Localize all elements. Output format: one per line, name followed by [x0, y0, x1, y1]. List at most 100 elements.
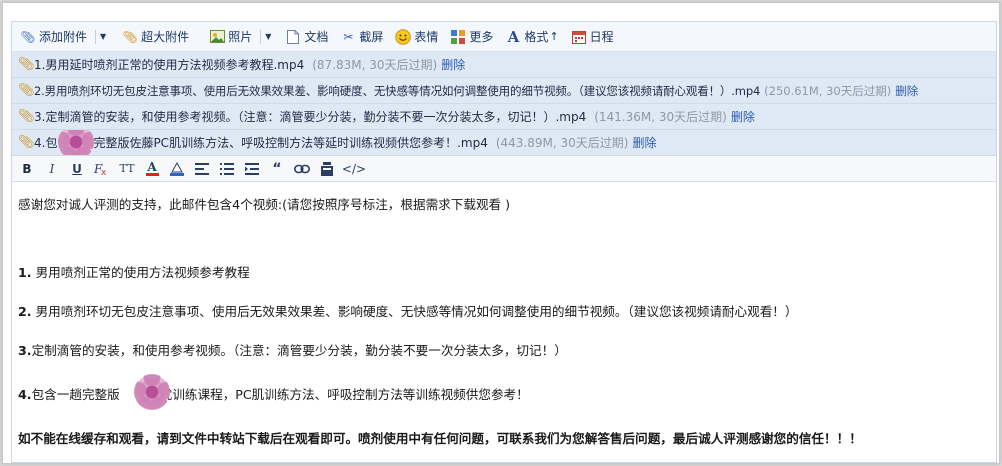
- format-toolbar: B I U Fx TT A “ </>: [12, 156, 996, 182]
- compose-toolbar: 📎︎ 添加附件 ▼ 📎︎ 超大附件 照片 ▼ 文档 ✂ 截屏 表情 更多 A 格…: [12, 22, 996, 52]
- calendar-icon: [571, 29, 587, 45]
- screenshot-button[interactable]: ✂ 截屏: [334, 26, 389, 48]
- delete-attachment-link[interactable]: 删除: [895, 83, 918, 99]
- smiley-icon: [395, 28, 412, 45]
- large-attachment-label: 超大附件: [141, 30, 190, 44]
- body-intro: 感谢您对诚人评测的支持，此邮件包含4个视频:(请您按照序号标注，根据需求下载观看…: [18, 197, 511, 212]
- message-body[interactable]: 感谢您对诚人评测的支持，此邮件包含4个视频:(请您按照序号标注，根据需求下载观看…: [12, 188, 996, 462]
- toolbar-divider: [260, 29, 262, 44]
- attachment-row: 📎︎ 3.定制滴管的安装，和使用参考视频。（注意：滴管要少分装，勤分装不要一次分…: [12, 104, 996, 130]
- chevron-down-icon[interactable]: ▼: [100, 32, 106, 41]
- font-family-icon: Fx: [94, 162, 107, 176]
- emoji-label: 表情: [414, 30, 439, 44]
- attachment-row: 📎︎ 1.男用延时喷剂正常的使用方法视频参考教程.mp4 (87.83M, 30…: [12, 52, 996, 78]
- flower-sticker-icon: [132, 372, 172, 412]
- svg-text:x: x: [101, 168, 107, 176]
- background-color-button[interactable]: [166, 159, 188, 179]
- highlight-icon: [170, 161, 184, 176]
- link-icon: [294, 164, 310, 173]
- attachment-meta: (141.36M, 30天后过期): [594, 110, 727, 124]
- align-button[interactable]: [191, 159, 213, 179]
- scissors-icon: ✂: [343, 29, 354, 44]
- document-button[interactable]: 文档: [279, 26, 334, 48]
- font-color-icon: A: [147, 160, 157, 174]
- font-size-button[interactable]: TT: [116, 159, 138, 179]
- item-text: 男用喷剂环切无包皮注意事项、使用后无效果效果差、影响硬度、无快感等情况如何调整使…: [31, 304, 798, 319]
- attachment-list: 📎︎ 1.男用延时喷剂正常的使用方法视频参考教程.mp4 (87.83M, 30…: [12, 52, 996, 156]
- body-item-2: 2. 男用喷剂环切无包皮注意事项、使用后无效果效果差、影响硬度、无快感等情况如何…: [18, 301, 798, 320]
- paperclip-icon: 📎︎: [18, 83, 35, 98]
- body-item-1: 1. 男用喷剂正常的使用方法视频参考教程: [18, 262, 250, 281]
- align-left-icon: [195, 162, 209, 175]
- item-number: 4.: [18, 387, 32, 402]
- attachment-row: 📎︎ 4.包含一趟完整版佐藤PC肌训练方法、呼吸控制方法等延时训练视频供您参考！…: [12, 130, 996, 156]
- html-source-button[interactable]: </>: [341, 159, 367, 179]
- photo-button[interactable]: 照片: [203, 26, 258, 48]
- item-number: 3.: [18, 343, 32, 358]
- font-color-button[interactable]: A: [141, 159, 163, 179]
- quote-icon: “: [272, 160, 282, 177]
- paperclip-icon: 📎︎: [20, 29, 36, 44]
- body-closing: 如不能在线缓存和观看，请到文件中转站下载后在观看即可。喷剂使用中有任何问题，可联…: [18, 431, 862, 446]
- item-text: 定制滴管的安装，和使用参考视频。（注意：滴管要少分装，勤分装不要一次分装太多，切…: [31, 343, 567, 358]
- body-item-3: 3.定制滴管的安装，和使用参考视频。（注意：滴管要少分装，勤分装不要一次分装太多…: [18, 340, 567, 359]
- paperclip-icon: 📎︎: [18, 57, 35, 72]
- color-swatch: [145, 173, 159, 176]
- photo-label: 照片: [228, 30, 253, 44]
- font-family-button[interactable]: Fx: [91, 159, 113, 179]
- compose-area: 📎︎ 添加附件 ▼ 📎︎ 超大附件 照片 ▼ 文档 ✂ 截屏 表情 更多 A 格…: [11, 21, 997, 463]
- attachment-meta: (250.61M, 30天后过期): [764, 83, 892, 98]
- paperclip-icon: 📎︎: [18, 135, 35, 150]
- calendar-button[interactable]: 日程: [565, 26, 620, 48]
- attachment-meta: (87.83M, 30天后过期): [312, 58, 438, 72]
- attachment-row: 📎︎ 2.男用喷剂环切无包皮注意事项、使用后无效果效果差、影响硬度、无快感等情况…: [12, 78, 996, 104]
- attachment-name: 1.男用延时喷剂正常的使用方法视频参考教程.mp4: [34, 58, 305, 72]
- format-label: 格式: [524, 30, 549, 44]
- add-attachment-label: 添加附件: [39, 30, 88, 44]
- item-text: 男用喷剂正常的使用方法视频参考教程: [31, 265, 250, 280]
- insert-icon: [321, 161, 333, 176]
- font-a-icon: A: [507, 27, 520, 46]
- attachment-name: 2.男用喷剂环切无包皮注意事项、使用后无效果效果差、影响硬度、无快感等情况如何调…: [34, 83, 761, 98]
- flower-sticker-icon: [56, 130, 96, 155]
- add-attachment-button[interactable]: 📎︎ 添加附件: [14, 26, 93, 48]
- up-arrow-icon: ↑: [549, 30, 559, 43]
- delete-attachment-link[interactable]: 删除: [632, 134, 656, 151]
- insert-button[interactable]: [316, 159, 338, 179]
- paperclip-icon: 📎︎: [122, 29, 138, 44]
- screenshot-label: 截屏: [359, 30, 384, 44]
- grid-icon: [450, 29, 466, 45]
- more-label: 更多: [469, 30, 494, 44]
- paperclip-icon: 📎︎: [18, 109, 35, 124]
- underline-button[interactable]: U: [66, 159, 88, 179]
- bold-button[interactable]: B: [16, 159, 38, 179]
- document-label: 文档: [304, 30, 329, 44]
- quote-button[interactable]: “: [266, 159, 288, 179]
- email-window: 📎︎ 添加附件 ▼ 📎︎ 超大附件 照片 ▼ 文档 ✂ 截屏 表情 更多 A 格…: [2, 2, 1000, 464]
- photo-icon: [209, 29, 225, 45]
- item-text: 包含一趟完整版: [31, 387, 120, 402]
- item-number: 2.: [18, 304, 32, 319]
- bullet-list-icon: [220, 162, 234, 175]
- toolbar-divider: [95, 29, 97, 44]
- format-button[interactable]: A 格式 ↑: [499, 26, 564, 48]
- indent-icon: [245, 162, 259, 175]
- indent-button[interactable]: [241, 159, 263, 179]
- delete-attachment-link[interactable]: 删除: [441, 56, 465, 73]
- emoji-button[interactable]: 表情: [389, 26, 444, 48]
- document-icon: [285, 29, 301, 45]
- calendar-label: 日程: [589, 30, 614, 44]
- more-button[interactable]: 更多: [444, 26, 499, 48]
- body-item-4: 4.包含一趟完整版 优训练课程，PC肌训练方法、呼吸控制方法等训练视频供您参考！: [18, 384, 529, 403]
- attachment-name: 3.定制滴管的安装，和使用参考视频。（注意：滴管要少分装，勤分装不要一次分装太多…: [34, 110, 587, 124]
- item-text: 优训练课程，PC肌训练方法、呼吸控制方法等训练视频供您参考！: [159, 387, 529, 402]
- attachment-name: 4.包含一趟完整版佐藤PC肌训练方法、呼吸控制方法等延时训练视频供您参考！.mp…: [34, 136, 488, 150]
- large-attachment-button[interactable]: 📎︎ 超大附件: [116, 26, 195, 48]
- list-button[interactable]: [216, 159, 238, 179]
- link-button[interactable]: [291, 159, 313, 179]
- italic-button[interactable]: I: [41, 159, 63, 179]
- delete-attachment-link[interactable]: 删除: [731, 108, 755, 125]
- attachment-meta: (443.89M, 30天后过期): [495, 136, 629, 150]
- chevron-down-icon[interactable]: ▼: [265, 32, 271, 41]
- item-number: 1.: [18, 265, 32, 280]
